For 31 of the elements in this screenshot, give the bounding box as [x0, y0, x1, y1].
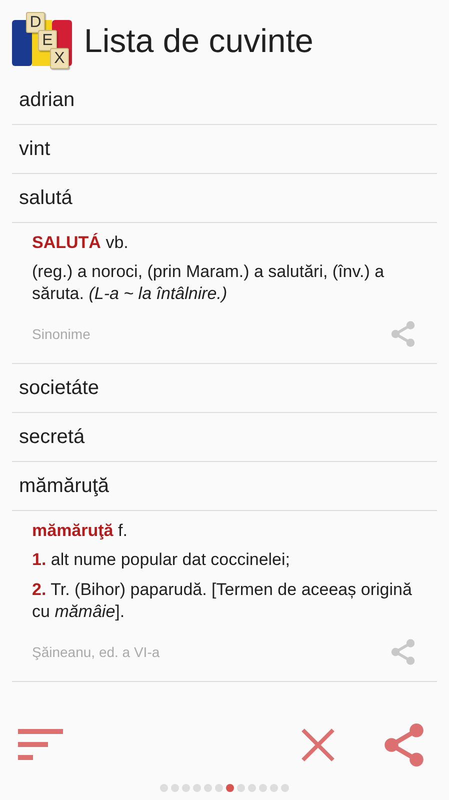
word-item[interactable]: societáte [12, 364, 437, 413]
definition-sense: 2. Tr. (Bihor) paparudă. [Termen de aceeaș origină cu mămâie]. [32, 579, 413, 623]
page-dot[interactable] [270, 784, 278, 792]
page-dot[interactable] [204, 784, 212, 792]
definition-source: Şăineanu, ed. a VI-a [32, 644, 160, 660]
word-item[interactable]: vint [12, 125, 437, 174]
page-dot[interactable] [281, 784, 289, 792]
letter-tile: D [26, 12, 45, 33]
letter-tile: X [50, 48, 69, 69]
page-dot[interactable] [171, 784, 179, 792]
letter-tile: E [38, 30, 57, 51]
definition-heading: mămăruţă f. [32, 521, 128, 541]
page-dot[interactable] [259, 784, 267, 792]
page-dot[interactable] [182, 784, 190, 792]
page-dot[interactable] [160, 784, 168, 792]
page-dot[interactable] [215, 784, 223, 792]
page-dot[interactable] [193, 784, 201, 792]
definition-source: Sinonime [32, 326, 90, 342]
definition-heading: SALUTÁ vb. [32, 233, 130, 253]
page-dot[interactable] [248, 784, 256, 792]
page-dot[interactable] [226, 784, 234, 792]
word-item[interactable]: adrian [12, 76, 437, 125]
word-item[interactable]: mămăruţă [12, 462, 437, 511]
page-dot[interactable] [237, 784, 245, 792]
word-item[interactable]: secretá [12, 413, 437, 462]
close-icon[interactable] [301, 728, 335, 762]
definition-text: (reg.) a noroci, (prin Maram.) a salutări, (înv.) a săruta. (L-a ~ la întâlnire.) [32, 261, 386, 305]
word-item[interactable]: salutá [12, 174, 437, 223]
filter-icon[interactable] [18, 729, 64, 761]
page-title: Lista de cuvinte [84, 22, 314, 60]
definition-sense: 1. alt nume popular dat coccinelei; [32, 549, 292, 571]
